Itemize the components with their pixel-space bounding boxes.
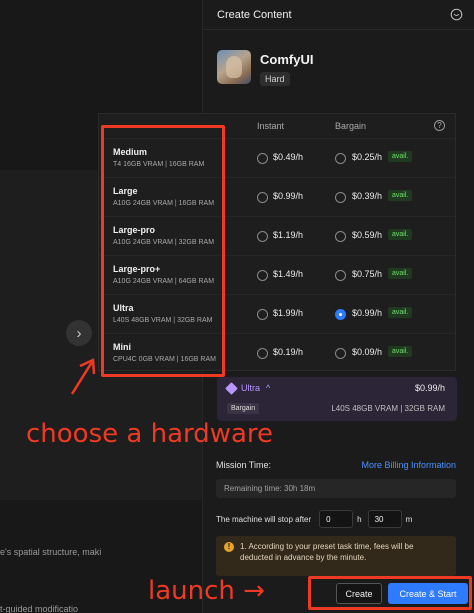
minutes-input[interactable]: 30 [367, 510, 402, 528]
chevron-right-icon[interactable]: › [66, 320, 92, 346]
availability-badge: avail. [388, 229, 413, 240]
annotation-choose-hardware: choose a hardware [26, 419, 274, 449]
drawer-header: Create Content [203, 0, 474, 30]
selected-hardware-summary[interactable]: Ultra ^ $0.99/h Bargain L40S 48GB VRAM |… [217, 377, 457, 421]
selected-spec: L40S 48GB VRAM | 32GB RAM [331, 404, 445, 413]
bargain-price: $0.75/h [352, 269, 383, 279]
chat-icon[interactable] [448, 7, 464, 23]
background-text-2: t-guided modificatio [0, 604, 79, 613]
app-thumbnail [217, 50, 251, 84]
bargain-price: $0.09/h [352, 347, 383, 357]
instant-radio[interactable] [257, 231, 268, 242]
create-button[interactable]: Create [336, 583, 382, 604]
stop-time-row: The machine will stop after 0 h 30 m [216, 510, 412, 528]
selected-plan: Ultra ^ [225, 381, 270, 395]
instant-price: $1.49/h [273, 269, 304, 279]
chevron-up-icon[interactable]: ^ [266, 383, 270, 393]
instant-radio[interactable] [257, 309, 268, 320]
instant-radio[interactable] [257, 192, 268, 203]
availability-badge: avail. [388, 151, 413, 162]
background-text-1: e's spatial structure, maki [0, 547, 102, 557]
annotation-arrow [70, 358, 96, 395]
app-name: ComfyUI [260, 52, 314, 67]
availability-badge: avail. [388, 190, 413, 201]
help-icon[interactable]: ? [434, 120, 445, 131]
bargain-price: $0.59/h [352, 230, 383, 240]
create-start-button[interactable]: Create & Start [388, 583, 468, 604]
instant-radio[interactable] [257, 270, 268, 281]
selected-plan-name: Ultra [241, 383, 261, 393]
bargain-radio[interactable] [335, 309, 346, 320]
instant-price: $1.19/h [273, 230, 304, 240]
instant-radio[interactable] [257, 348, 268, 359]
instant-price: $0.99/h [273, 191, 304, 201]
drawer-title: Create Content [217, 8, 292, 21]
billing-notice: ! 1. According to your preset task time,… [216, 536, 456, 576]
instant-radio[interactable] [257, 153, 268, 164]
selected-mode-badge: Bargain [227, 403, 260, 414]
billing-info-link[interactable]: More Billing Information [361, 460, 456, 470]
bargain-price: $0.39/h [352, 191, 383, 201]
remaining-time: Remaining time: 30h 18m [216, 479, 456, 498]
bargain-price: $0.25/h [352, 152, 383, 162]
col-bargain-header: Bargain [335, 121, 367, 131]
selected-price: $0.99/h [414, 383, 445, 393]
bargain-radio[interactable] [335, 231, 346, 242]
difficulty-badge: Hard [260, 72, 290, 86]
app-info: ComfyUI Hard [217, 50, 313, 87]
hours-unit: h [357, 514, 362, 524]
bargain-radio[interactable] [335, 153, 346, 164]
notice-text: 1. According to your preset task time, f… [240, 542, 414, 562]
annotation-launch: launch → [148, 576, 265, 606]
diamond-icon [225, 381, 238, 395]
instant-price: $1.99/h [273, 308, 304, 318]
instant-price: $0.19/h [273, 347, 304, 357]
bargain-radio[interactable] [335, 348, 346, 359]
instant-price: $0.49/h [273, 152, 304, 162]
warning-icon: ! [224, 542, 234, 552]
col-instant-header: Instant [257, 121, 285, 131]
bargain-radio[interactable] [335, 192, 346, 203]
hours-input[interactable]: 0 [319, 510, 354, 528]
availability-badge: avail. [388, 268, 413, 279]
availability-badge: avail. [388, 346, 413, 357]
bargain-radio[interactable] [335, 270, 346, 281]
minutes-unit: m [405, 514, 413, 524]
bargain-price: $0.99/h [352, 308, 383, 318]
hardware-highlight-box [101, 125, 225, 377]
stop-time-label: The machine will stop after [216, 514, 312, 524]
mission-time-label: Mission Time: [216, 460, 272, 470]
availability-badge: avail. [388, 307, 413, 318]
